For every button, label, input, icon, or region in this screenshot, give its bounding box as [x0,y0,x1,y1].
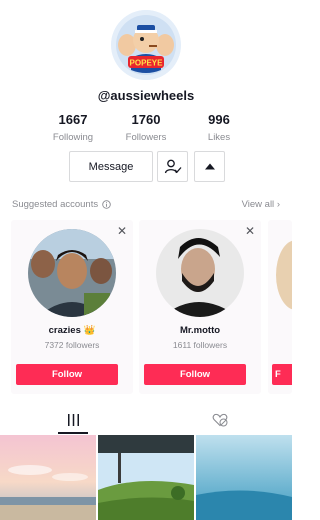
follow-status-button[interactable] [157,151,188,182]
suggested-account-followers: 7372 followers [44,340,100,350]
close-icon[interactable]: ✕ [117,224,127,238]
expand-suggestions-button[interactable] [194,151,225,182]
likes-label: Likes [207,132,231,143]
profile-username: @aussiewheels [97,88,195,103]
followers-label: Followers [125,132,167,143]
view-all-link[interactable]: View all › [242,199,280,210]
thumbnail-image [0,435,96,520]
tab-videos[interactable] [58,410,88,430]
follow-button[interactable]: F [272,364,292,385]
stat-likes[interactable]: 996 Likes [179,112,259,143]
suggested-account-card[interactable]: ✕ crazies 👑 7372 followers Follow [11,220,133,394]
chevron-right-icon: › [276,199,280,210]
suggested-account-avatar[interactable] [156,229,244,317]
svg-text:POPEYE: POPEYE [130,59,164,68]
video-thumbnail[interactable] [0,435,96,520]
stat-followers[interactable]: 1760 Followers [106,112,186,143]
popeye-logo-icon: POPEYE [111,10,181,80]
follow-button[interactable]: Follow [16,364,118,385]
suggested-account-avatar[interactable] [28,229,116,317]
active-tab-indicator [58,432,88,434]
suggested-account-followers: 1611 followers [172,340,228,350]
info-icon[interactable] [102,200,111,209]
likes-count: 996 [208,112,230,127]
suggested-account-avatar[interactable] [276,240,292,310]
followers-count: 1760 [131,112,161,127]
caret-up-icon [204,163,215,170]
follow-button[interactable]: Follow [144,364,246,385]
grid-lines-icon [67,414,79,426]
suggested-accounts-header: Suggested accounts [12,199,111,210]
avatar-photo [156,229,244,317]
following-label: Following [52,132,94,143]
message-button[interactable]: Message [69,151,153,182]
tab-liked[interactable] [205,410,235,430]
video-thumbnail[interactable] [98,435,194,520]
heart-eye-slash-icon [212,413,228,427]
suggested-account-name: crazies 👑 [48,325,96,336]
profile-avatar[interactable]: POPEYE [111,10,181,80]
video-thumbnail[interactable] [196,435,292,520]
following-count: 1667 [58,112,88,127]
view-all-label: View all [241,199,275,210]
suggested-accounts-title: Suggested accounts [12,199,99,210]
suggested-account-card[interactable]: ✕ Mr.motto 1611 followers Follow [139,220,261,394]
avatar-photo [28,229,116,317]
stat-following[interactable]: 1667 Following [33,112,113,143]
thumbnail-image [196,435,292,520]
close-icon[interactable]: ✕ [245,224,255,238]
user-check-icon [164,159,181,173]
thumbnail-image [98,435,194,520]
suggested-account-card-partial[interactable]: F [268,220,292,394]
suggested-account-name: Mr.motto [179,325,221,336]
